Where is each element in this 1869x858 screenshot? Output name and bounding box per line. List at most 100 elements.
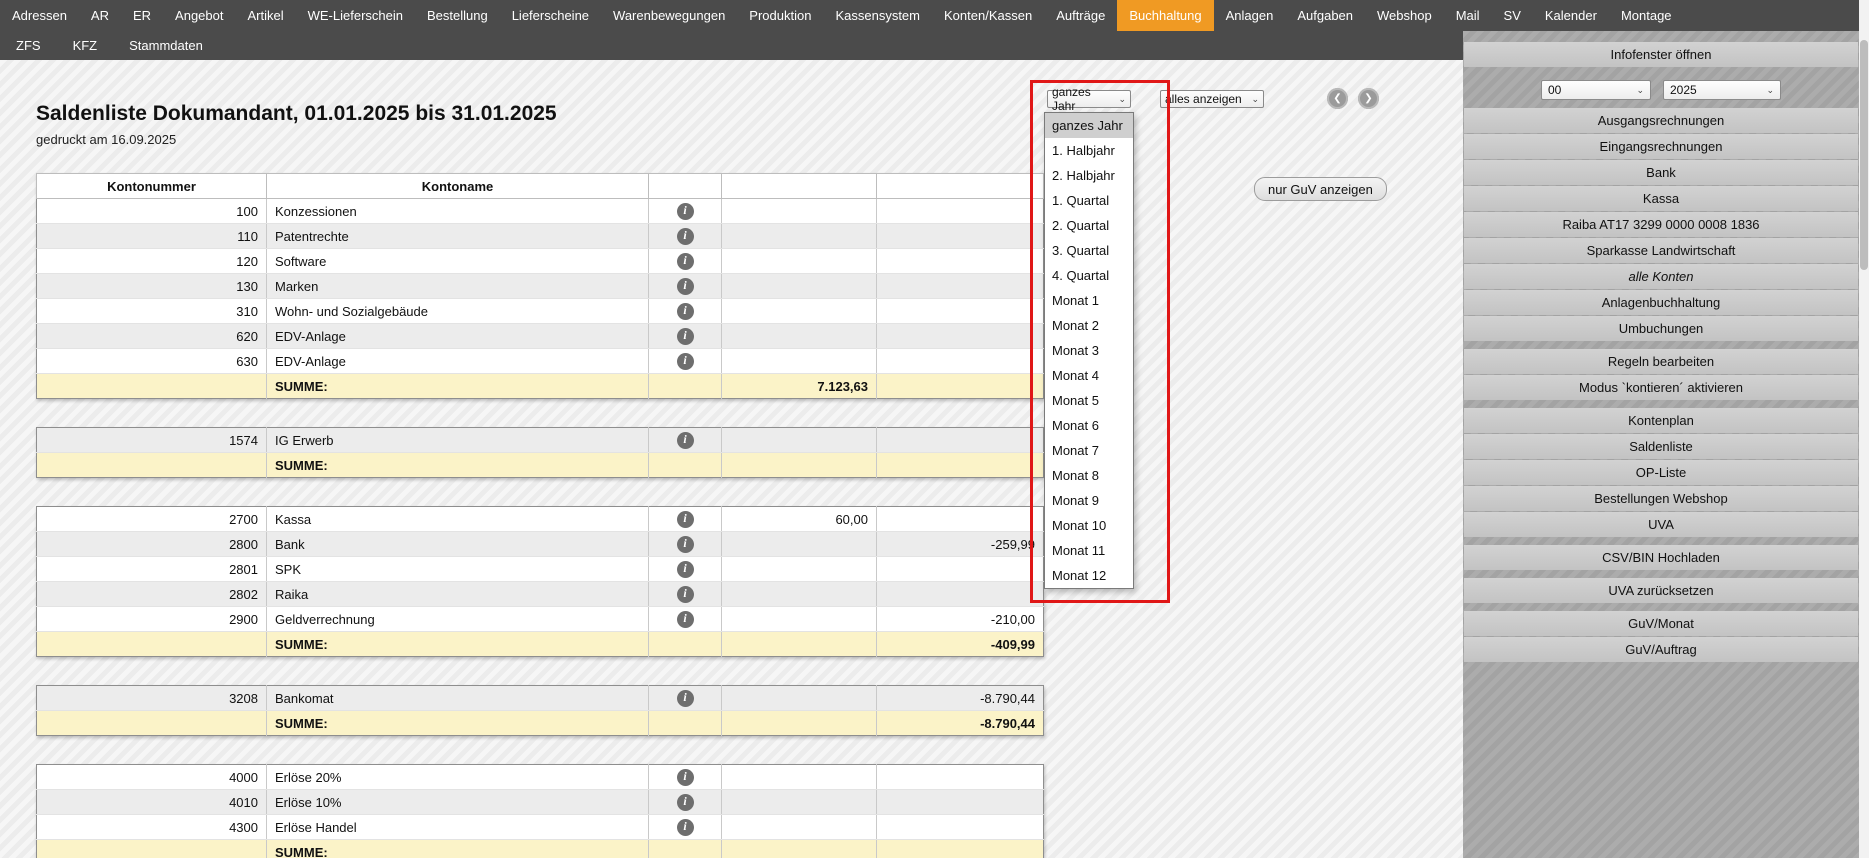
period-option-monat-8[interactable]: Monat 8 (1045, 463, 1133, 488)
nav-tab-anlagen[interactable]: Anlagen (1214, 0, 1286, 31)
filter-select[interactable]: alles anzeigen ⌄ (1160, 90, 1264, 108)
sidebar-item-eingangsrechnungen[interactable]: Eingangsrechnungen (1464, 134, 1858, 159)
info-icon[interactable]: i (677, 561, 694, 578)
prev-button[interactable]: ❮ (1327, 88, 1348, 109)
info-icon[interactable]: i (677, 586, 694, 603)
sidebar-item-alle-konten[interactable]: alle Konten (1464, 264, 1858, 289)
period-option-monat-2[interactable]: Monat 2 (1045, 313, 1133, 338)
period-select[interactable]: ganzes Jahr ⌄ (1047, 90, 1131, 108)
sidebar-item-umbuchungen[interactable]: Umbuchungen (1464, 316, 1858, 341)
nav-tab-konten-kassen[interactable]: Konten/Kassen (932, 0, 1044, 31)
nav-tab-kassensystem[interactable]: Kassensystem (823, 0, 932, 31)
nav-tab-zfs[interactable]: ZFS (0, 31, 57, 60)
sidebar-item-op-liste[interactable]: OP-Liste (1464, 460, 1858, 485)
period-option-monat-1[interactable]: Monat 1 (1045, 288, 1133, 313)
period-option-1-quartal[interactable]: 1. Quartal (1045, 188, 1133, 213)
info-icon[interactable]: i (677, 769, 694, 786)
sidebar-item-kassa[interactable]: Kassa (1464, 186, 1858, 211)
nav-tab-we-lieferschein[interactable]: WE-Lieferschein (296, 0, 415, 31)
sum-icon-cell (649, 840, 722, 858)
scrollbar[interactable] (1859, 0, 1869, 858)
info-cell: i (649, 199, 722, 224)
info-icon[interactable]: i (677, 353, 694, 370)
year-select[interactable]: 2025 ⌄ (1663, 80, 1781, 100)
nav-tab-sv[interactable]: SV (1492, 0, 1533, 31)
sidebar-item-sparkasse-landwirtschaft[interactable]: Sparkasse Landwirtschaft (1464, 238, 1858, 263)
period-option-monat-3[interactable]: Monat 3 (1045, 338, 1133, 363)
info-icon[interactable]: i (677, 432, 694, 449)
info-icon[interactable]: i (677, 536, 694, 553)
nav-tab-artikel[interactable]: Artikel (235, 0, 295, 31)
nav-tab-buchhaltung[interactable]: Buchhaltung (1117, 0, 1213, 31)
sidebar-item-guv-auftrag[interactable]: GuV/Auftrag (1464, 637, 1858, 662)
period-option-monat-7[interactable]: Monat 7 (1045, 438, 1133, 463)
info-icon[interactable]: i (677, 819, 694, 836)
sidebar-item-guv-monat[interactable]: GuV/Monat (1464, 611, 1858, 636)
nav-tab-webshop[interactable]: Webshop (1365, 0, 1444, 31)
period-option-4-quartal[interactable]: 4. Quartal (1045, 263, 1133, 288)
sidebar-group: CSV/BIN Hochladen (1463, 545, 1859, 570)
nav-tab-aufgaben[interactable]: Aufgaben (1285, 0, 1365, 31)
month-select[interactable]: 00 ⌄ (1541, 80, 1651, 100)
info-icon[interactable]: i (677, 328, 694, 345)
value-cell-2 (877, 324, 1044, 349)
nav-tab-lieferscheine[interactable]: Lieferscheine (500, 0, 601, 31)
sum-icon-cell (649, 453, 722, 478)
period-option-3-quartal[interactable]: 3. Quartal (1045, 238, 1133, 263)
period-option-2-quartal[interactable]: 2. Quartal (1045, 213, 1133, 238)
sidebar-item-raiba-at17-3299-0000-0008-1836[interactable]: Raiba AT17 3299 0000 0008 1836 (1464, 212, 1858, 237)
nav-tab-warenbewegungen[interactable]: Warenbewegungen (601, 0, 737, 31)
guv-only-button[interactable]: nur GuV anzeigen (1254, 177, 1387, 201)
sidebar-item-ausgangsrechnungen[interactable]: Ausgangsrechnungen (1464, 108, 1858, 133)
period-option-monat-6[interactable]: Monat 6 (1045, 413, 1133, 438)
period-option-2-halbjahr[interactable]: 2. Halbjahr (1045, 163, 1133, 188)
sidebar-item-bank[interactable]: Bank (1464, 160, 1858, 185)
sidebar-item-csv-bin-hochladen[interactable]: CSV/BIN Hochladen (1464, 545, 1858, 570)
info-icon[interactable]: i (677, 278, 694, 295)
nav-tab-angebot[interactable]: Angebot (163, 0, 235, 31)
sidebar-item-anlagenbuchhaltung[interactable]: Anlagenbuchhaltung (1464, 290, 1858, 315)
next-button[interactable]: ❯ (1358, 88, 1379, 109)
period-option-monat-11[interactable]: Monat 11 (1045, 538, 1133, 563)
period-option-monat-12[interactable]: Monat 12 (1045, 563, 1133, 588)
period-option-ganzes-jahr[interactable]: ganzes Jahr (1045, 113, 1133, 138)
period-option-1-halbjahr[interactable]: 1. Halbjahr (1045, 138, 1133, 163)
info-icon[interactable]: i (677, 794, 694, 811)
sidebar-item-uva[interactable]: UVA (1464, 512, 1858, 537)
sidebar-item-modus-kontieren-aktivieren[interactable]: Modus `kontieren´ aktivieren (1464, 375, 1858, 400)
info-cell: i (649, 349, 722, 374)
sidebar-item-bestellungen-webshop[interactable]: Bestellungen Webshop (1464, 486, 1858, 511)
sidebar-header-infofenster[interactable]: Infofenster öffnen (1464, 42, 1858, 67)
period-option-monat-10[interactable]: Monat 10 (1045, 513, 1133, 538)
nav-tab-ar[interactable]: AR (79, 0, 121, 31)
sidebar-item-saldenliste[interactable]: Saldenliste (1464, 434, 1858, 459)
account-row: 1574IG Erwerbi (37, 428, 1044, 453)
sum-row: SUMME:7.123,63 (37, 374, 1044, 399)
nav-tab-stammdaten[interactable]: Stammdaten (113, 31, 219, 60)
period-option-monat-5[interactable]: Monat 5 (1045, 388, 1133, 413)
info-icon[interactable]: i (677, 511, 694, 528)
period-option-monat-4[interactable]: Monat 4 (1045, 363, 1133, 388)
scrollbar-thumb[interactable] (1860, 40, 1868, 270)
sidebar-item-regeln-bearbeiten[interactable]: Regeln bearbeiten (1464, 349, 1858, 374)
info-icon[interactable]: i (677, 253, 694, 270)
info-icon[interactable]: i (677, 228, 694, 245)
nav-tab-kalender[interactable]: Kalender (1533, 0, 1609, 31)
nav-tab-mail[interactable]: Mail (1444, 0, 1492, 31)
period-option-monat-9[interactable]: Monat 9 (1045, 488, 1133, 513)
value-cell-2 (877, 249, 1044, 274)
month-select-value: 00 (1548, 83, 1561, 97)
info-icon[interactable]: i (677, 203, 694, 220)
nav-tab-montage[interactable]: Montage (1609, 0, 1684, 31)
info-icon[interactable]: i (677, 690, 694, 707)
nav-tab-auftr-ge[interactable]: Aufträge (1044, 0, 1117, 31)
info-icon[interactable]: i (677, 303, 694, 320)
nav-tab-produktion[interactable]: Produktion (737, 0, 823, 31)
info-icon[interactable]: i (677, 611, 694, 628)
nav-tab-adressen[interactable]: Adressen (0, 0, 79, 31)
nav-tab-bestellung[interactable]: Bestellung (415, 0, 500, 31)
sidebar-item-kontenplan[interactable]: Kontenplan (1464, 408, 1858, 433)
nav-tab-er[interactable]: ER (121, 0, 163, 31)
sidebar-item-uva-zur-cksetzen[interactable]: UVA zurücksetzen (1464, 578, 1858, 603)
nav-tab-kfz[interactable]: KFZ (57, 31, 114, 60)
